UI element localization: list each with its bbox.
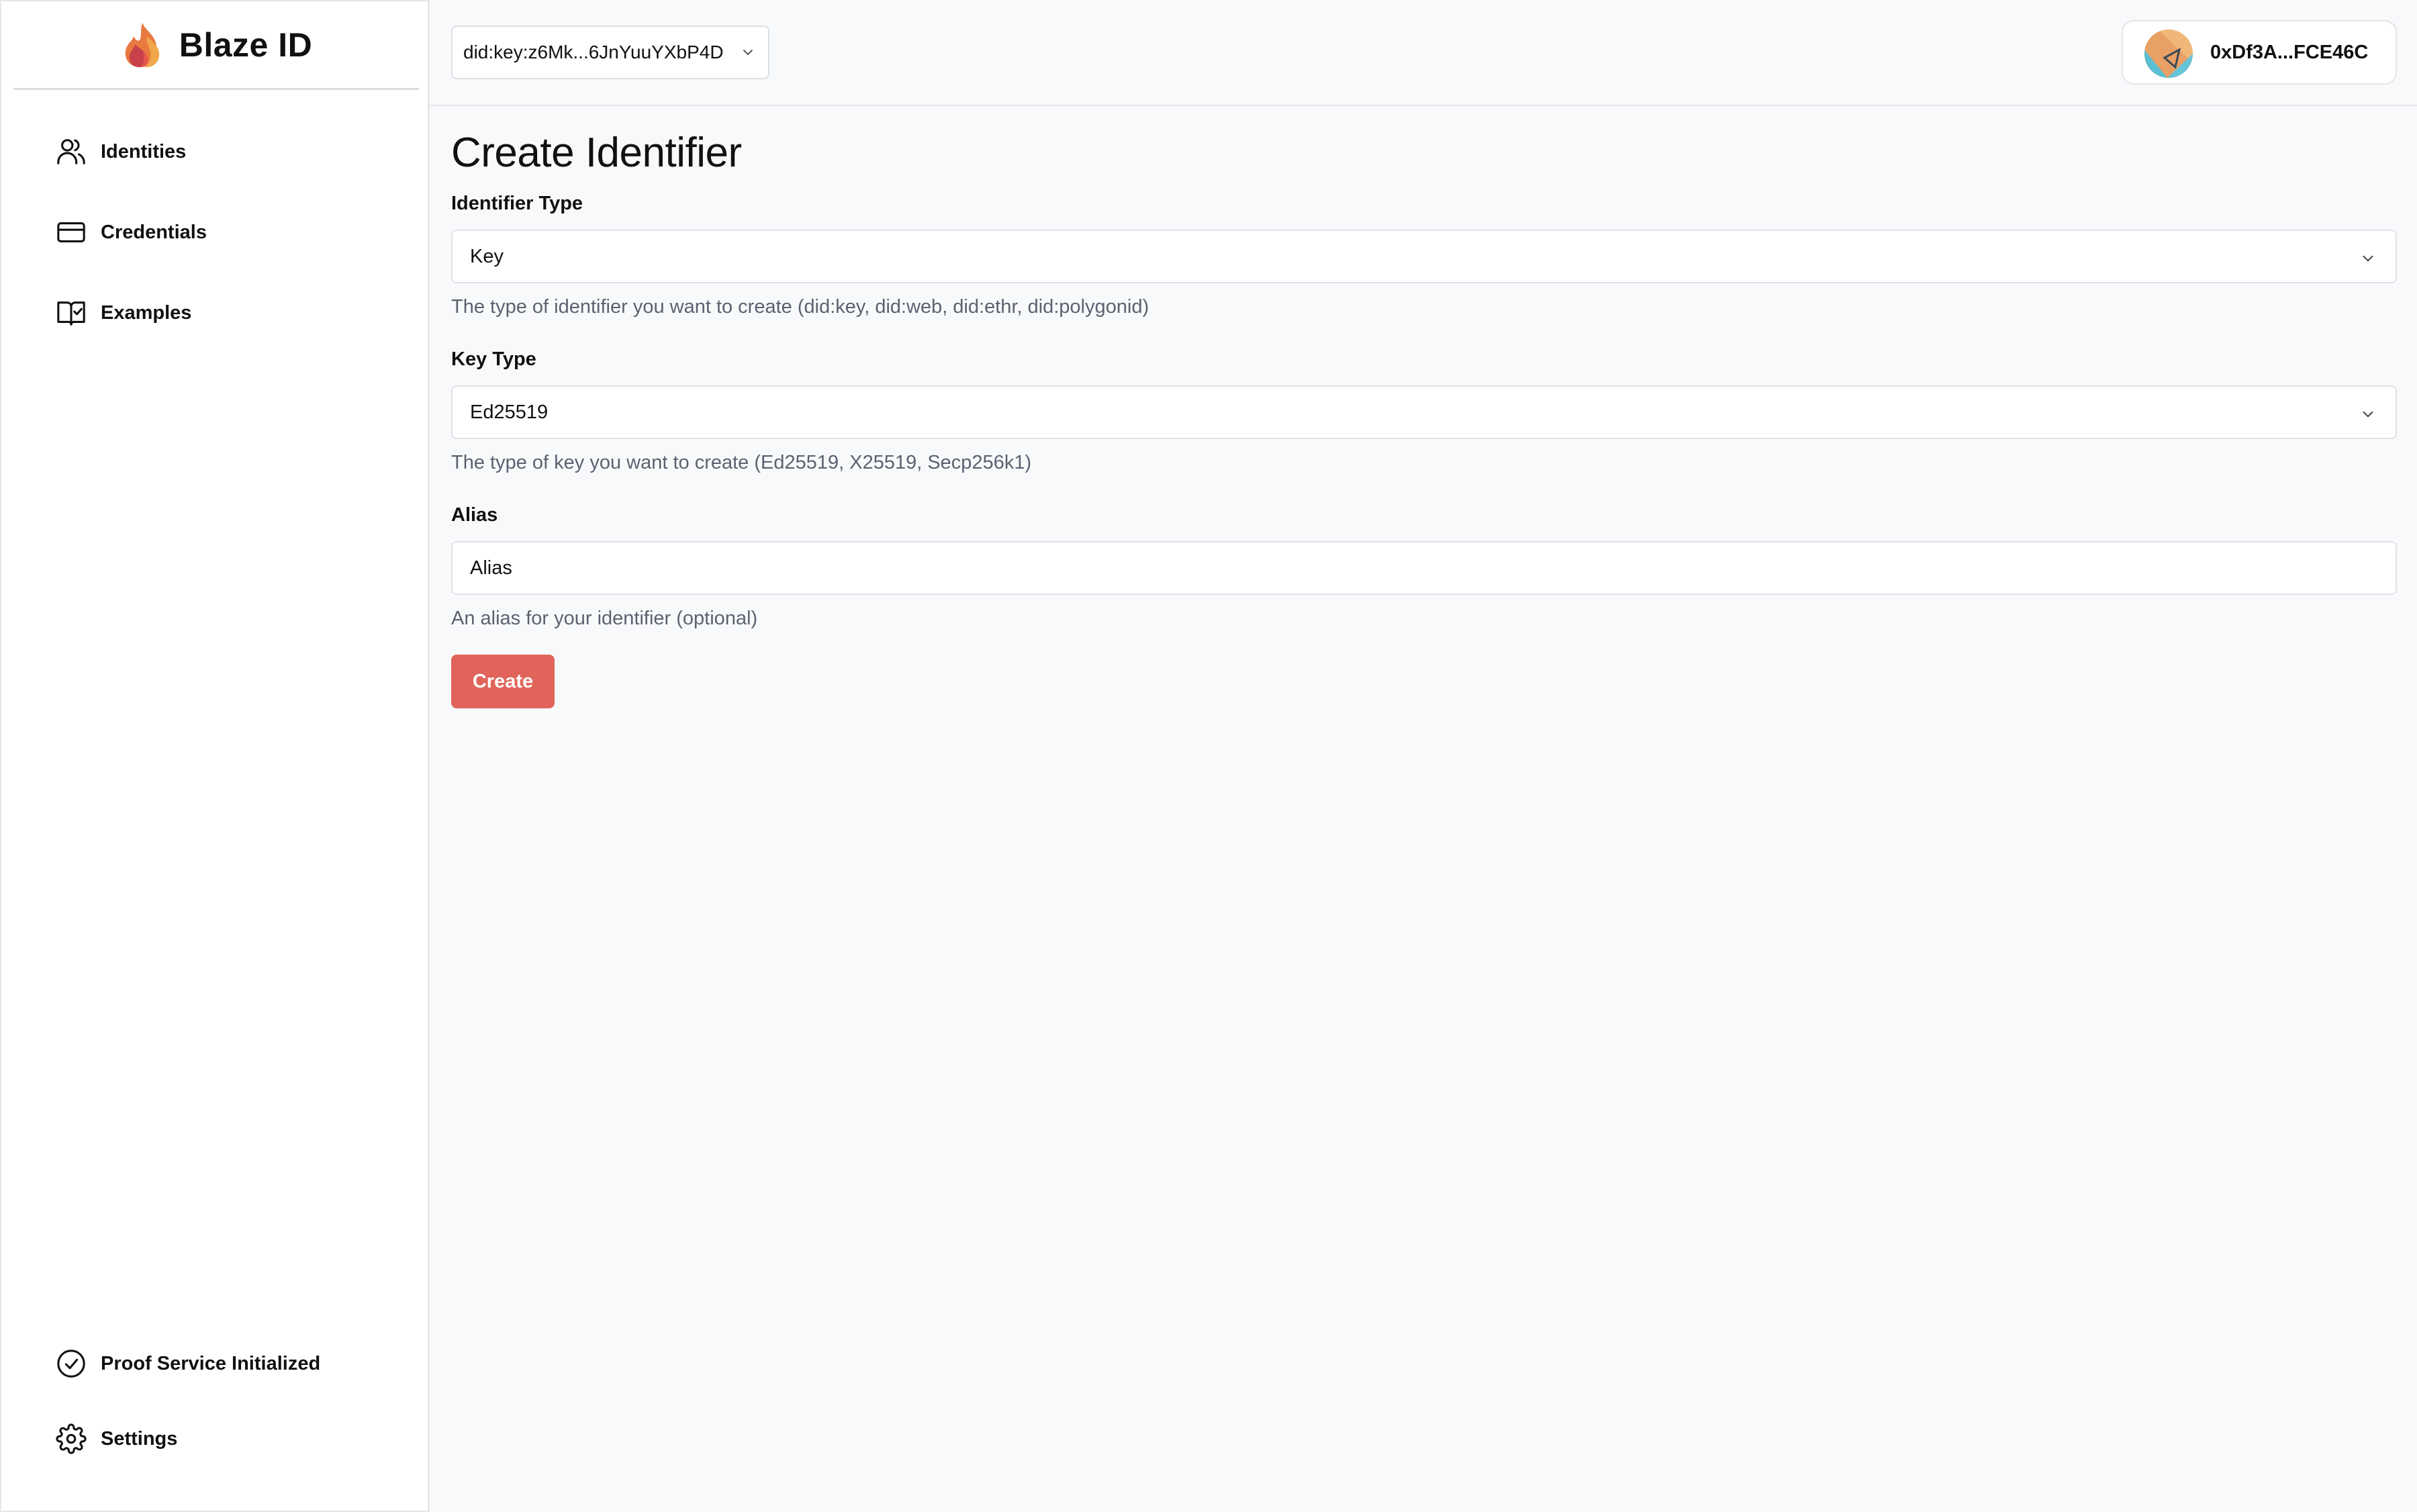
chevron-down-icon	[743, 50, 753, 55]
sidebar-item-label: Identities	[101, 140, 187, 162]
account-button[interactable]: 0xDf3A...FCE46C	[2122, 20, 2397, 85]
check-circle-icon	[55, 1348, 87, 1380]
sidebar-item-label: Examples	[101, 301, 192, 324]
identifier-type-select[interactable]: Key	[451, 230, 2397, 283]
identifier-type-help: The type of identifier you want to creat…	[451, 296, 1149, 318]
page-title: Create Identifier	[451, 130, 742, 176]
credit-card-icon	[55, 216, 87, 248]
app-root: Blaze ID Identities Credentials Examples…	[0, 0, 2417, 1512]
sidebar-item-settings[interactable]: Settings	[55, 1419, 177, 1459]
topbar: did:key:z6Mk...6JnYuuYXbP4D 0xDf3A...FCE…	[430, 0, 2417, 106]
alias-input[interactable]	[451, 541, 2397, 595]
create-button[interactable]: Create	[451, 655, 555, 708]
flame-logo-icon	[125, 22, 159, 67]
brand[interactable]: Blaze ID	[13, 1, 419, 90]
main-panel: did:key:z6Mk...6JnYuuYXbP4D 0xDf3A...FCE…	[430, 0, 2417, 1512]
identifier-type-label: Identifier Type	[451, 193, 583, 214]
account-address: 0xDf3A...FCE46C	[2210, 42, 2369, 63]
key-type-select[interactable]: Ed25519	[451, 385, 2397, 439]
key-type-label: Key Type	[451, 348, 536, 370]
gear-icon	[55, 1423, 87, 1455]
chevron-down-icon	[2363, 255, 2373, 262]
alias-help: An alias for your identifier (optional)	[451, 608, 758, 629]
book-check-icon	[55, 297, 87, 329]
key-type-help: The type of key you want to create (Ed25…	[451, 452, 1032, 473]
chevron-down-icon	[2363, 411, 2373, 418]
sidebar-item-label: Credentials	[101, 221, 207, 243]
sidebar-item-credentials[interactable]: Credentials	[55, 212, 207, 252]
sidebar-item-label: Settings	[101, 1427, 178, 1450]
key-type-value: Ed25519	[470, 401, 549, 423]
alias-label: Alias	[451, 504, 498, 526]
sidebar-item-identities[interactable]: Identities	[55, 132, 186, 172]
sidebar-item-label: Proof Service Initialized	[101, 1352, 321, 1374]
sidebar: Blaze ID Identities Credentials Examples…	[0, 0, 430, 1512]
did-selector[interactable]: did:key:z6Mk...6JnYuuYXbP4D	[451, 26, 769, 79]
sidebar-item-examples[interactable]: Examples	[55, 293, 191, 333]
users-icon	[55, 136, 87, 168]
identifier-type-value: Key	[470, 245, 504, 267]
brand-name: Blaze ID	[179, 26, 313, 64]
did-selector-value: did:key:z6Mk...6JnYuuYXbP4D	[463, 42, 724, 62]
proof-service-status[interactable]: Proof Service Initialized	[55, 1343, 320, 1384]
avatar	[2144, 30, 2193, 78]
